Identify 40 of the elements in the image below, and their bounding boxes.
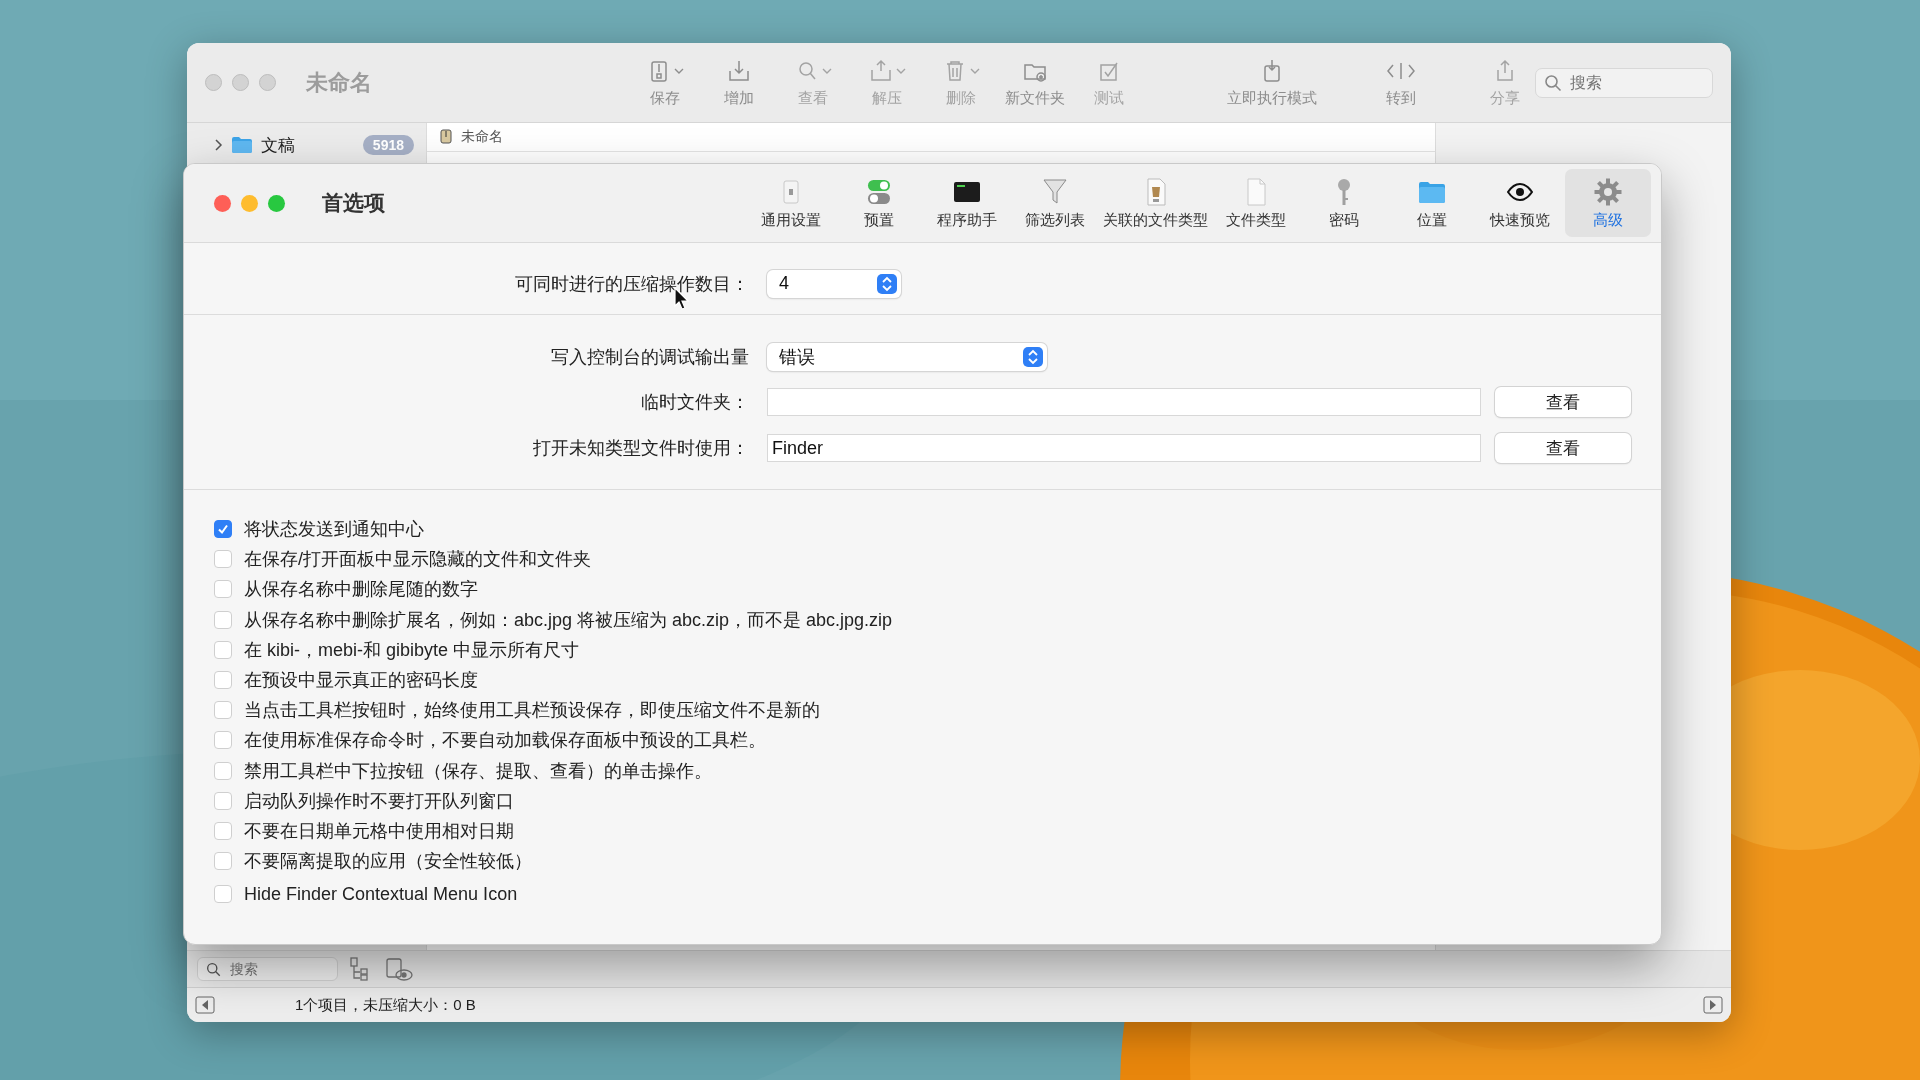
field-label: 可同时进行的压缩操作数目： (514, 272, 749, 296)
sidebar-item[interactable]: 文稿 5918 (187, 133, 426, 157)
level-popup[interactable]: 错误 (767, 343, 1047, 371)
app-field[interactable]: Finder (767, 434, 1481, 462)
browse-button[interactable]: 查看 (1495, 387, 1631, 417)
toolbar-tab[interactable]: 预置 (836, 169, 922, 237)
field-label: 写入控制台的调试输出量 (550, 346, 749, 369)
checkbox-label: 从保存名称中删除尾随的数字 (244, 578, 478, 602)
toolbar-tab[interactable]: 文件类型 (1213, 169, 1299, 237)
toolbar-tab[interactable]: 关联的文件类型 (1100, 169, 1211, 237)
toolbar-tab[interactable]: 密码 (1301, 169, 1387, 237)
checkbox-label: 启动队列操作时不要打开队列窗口 (244, 789, 514, 813)
window-title: 首选项 (322, 190, 385, 216)
toolbar-tab[interactable]: 筛选列表 (1012, 169, 1098, 237)
checkbox-label: 当点击工具栏按钮时，始终使用工具栏预设保存，即使压缩文件不是新的 (244, 699, 820, 723)
checkbox-label: 在使用标准保存命令时，不要自动加载保存面板中预设的工具栏。 (244, 729, 766, 753)
checkbox-label: 从保存名称中删除扩展名，例如：abc.jpg 将被压缩为 abc.zip，而不是 abc.jpg.zip (244, 608, 893, 632)
field-label: 打开未知类型文件时使用： (532, 437, 749, 460)
status-text: 1个项目，未压缩大小：0 B (295, 995, 476, 1015)
toolbar-tab[interactable]: 通用设置 (748, 169, 834, 237)
count-badge: 5918 (362, 135, 414, 155)
toolbar-tab[interactable]: 高级 (1565, 169, 1651, 237)
checkbox-label: 在保存/打开面板中显示隐藏的文件和文件夹 (244, 548, 591, 572)
toolbar-tab[interactable]: 快速预览 (1477, 169, 1563, 237)
checkbox-label: 在预设中显示真正的密码长度 (244, 669, 478, 693)
checkbox-label: Hide Finder Contextual Menu Icon (244, 883, 518, 905)
checkbox-label: 不要在日期单元格中使用相对日期 (244, 819, 514, 843)
toolbar-tab[interactable]: 程序助手 (924, 169, 1010, 237)
checkbox-label: 禁用工具栏中下拉按钮（保存、提取、查看）的单击操作。 (244, 759, 712, 783)
search-field[interactable]: 搜索 (1535, 67, 1713, 98)
window-title: 未命名 (306, 68, 373, 97)
field-label: 临时文件夹： (640, 391, 749, 414)
toolbar-tab[interactable]: 位置 (1389, 169, 1475, 237)
path-label: 未命名 (461, 128, 503, 146)
browse-button[interactable]: 查看 (1495, 433, 1631, 463)
search-field[interactable]: 搜索 (197, 957, 338, 981)
checkbox-label: 不要隔离提取的应用（安全性较低） (244, 850, 532, 874)
checkbox-label: 将状态发送到通知中心 (244, 518, 424, 542)
number-popup[interactable]: 4 (767, 269, 901, 298)
checkbox-label: 在 kibi-，mebi-和 gibibyte 中显示所有尺寸 (244, 638, 580, 662)
